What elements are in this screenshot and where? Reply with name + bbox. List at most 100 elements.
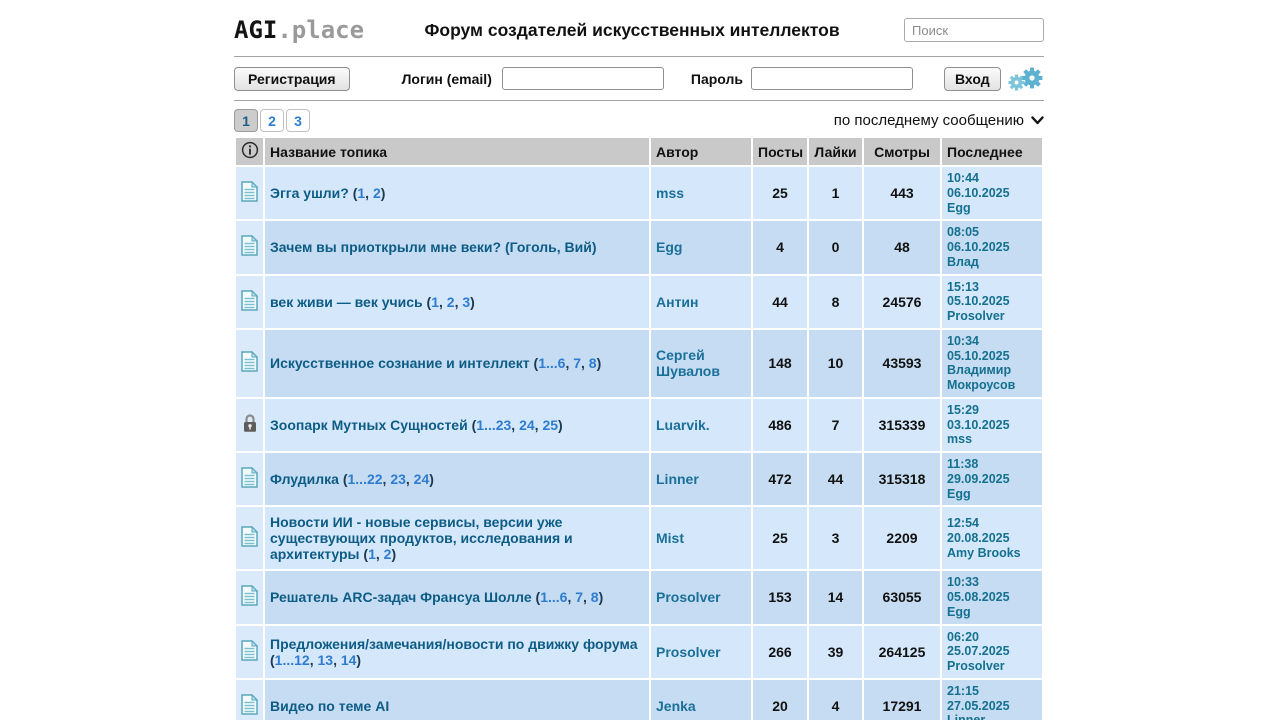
- last-post-author-link[interactable]: Prosolver: [947, 659, 1037, 674]
- last-post-time: 21:15 27.05.2025: [947, 683, 1010, 713]
- topic-author-link[interactable]: Prosolver: [656, 644, 721, 660]
- topic-page-link[interactable]: 1: [431, 294, 439, 310]
- login-label: Логин (email): [401, 70, 492, 87]
- topic-title-link[interactable]: Новости ИИ - новые сервисы, версии уже с…: [270, 514, 573, 562]
- topic-title-link[interactable]: Эгга ушли?: [270, 185, 349, 201]
- topic-last-cell: 10:33 05.08.2025 Egg: [942, 571, 1042, 624]
- topic-author-link[interactable]: Антин: [656, 294, 699, 310]
- topic-author-link[interactable]: Egg: [656, 239, 682, 255]
- topic-views-count: 48: [864, 221, 940, 274]
- topic-views-count: 24576: [864, 275, 940, 328]
- topic-page-link[interactable]: 14: [341, 652, 357, 668]
- topic-last-cell: 06:20 25.07.2025 Prosolver: [942, 625, 1042, 678]
- topic-title-cell: Искусственное сознание и интеллект (1...…: [265, 329, 649, 397]
- last-post-author-link[interactable]: Влад: [947, 255, 1037, 270]
- topic-page-link[interactable]: 25: [542, 417, 558, 433]
- login-input[interactable]: [501, 67, 664, 90]
- topic-title-link[interactable]: Флудилка: [270, 471, 339, 487]
- topic-last-cell: 12:54 20.08.2025 Amy Brooks: [942, 507, 1042, 570]
- topic-title-link[interactable]: Видео по теме AI: [270, 698, 389, 714]
- pages-open-paren: (: [529, 355, 539, 372]
- topic-views-count: 315339: [864, 398, 940, 451]
- last-post-author-link[interactable]: Владимир Мокроусов: [947, 363, 1037, 393]
- topic-author-cell: Luarvik.: [651, 398, 751, 451]
- topic-page-link[interactable]: 7: [575, 589, 583, 605]
- info-icon[interactable]: [236, 138, 263, 165]
- password-label: Пароль: [690, 70, 743, 87]
- topic-author-link[interactable]: Jenka: [656, 698, 696, 714]
- topic-author-cell: Prosolver: [651, 571, 751, 624]
- topic-posts-count: 148: [753, 329, 807, 397]
- last-post-author-link[interactable]: Egg: [947, 201, 1037, 216]
- topic-page-link[interactable]: 1: [368, 546, 376, 562]
- topic-title-link[interactable]: Предложения/замечания/новости по движку …: [270, 636, 638, 652]
- topic-author-link[interactable]: mss: [656, 185, 684, 201]
- topic-page-link[interactable]: 3: [462, 294, 470, 310]
- topic-author-link[interactable]: Prosolver: [656, 589, 721, 605]
- last-post-author-link[interactable]: mss: [947, 432, 1037, 447]
- last-post-time: 15:29 03.10.2025: [947, 402, 1010, 432]
- topic-page-link[interactable]: 1...22: [348, 471, 383, 487]
- last-post-time: 10:33 05.08.2025: [947, 575, 1010, 604]
- search-input[interactable]: [904, 18, 1044, 42]
- pages-close-paren: ): [470, 293, 475, 310]
- topic-page-link[interactable]: 1...6: [538, 355, 565, 371]
- last-post-time: 10:44 06.10.2025: [947, 171, 1010, 200]
- topics-tbody: Эгга ушли? (1, 2) mss 25 1 443 10:44 06.10.20…: [236, 167, 1042, 720]
- column-header-last: Последнее: [942, 138, 1042, 165]
- last-post-author-link[interactable]: Egg: [947, 605, 1037, 620]
- page-button-1[interactable]: 1: [234, 109, 258, 132]
- topic-page-link[interactable]: 1...23: [476, 417, 511, 433]
- topic-title-link[interactable]: Зоопарк Мутных Сущностей: [270, 417, 468, 433]
- topic-page-link[interactable]: 2: [447, 294, 455, 310]
- topic-title-link[interactable]: Решатель ARC-задач Франсуа Шолле: [270, 589, 532, 605]
- topic-page-link[interactable]: 1: [357, 185, 365, 201]
- topic-likes-count: 10: [809, 329, 862, 397]
- topic-page-link[interactable]: 2: [373, 185, 381, 201]
- topic-author-link[interactable]: Сергей Шувалов: [656, 347, 720, 379]
- topic-page-link[interactable]: 1...12: [275, 652, 310, 668]
- topic-title-cell: Новости ИИ - новые сервисы, версии уже с…: [265, 507, 649, 570]
- topic-author-link[interactable]: Luarvik.: [656, 417, 710, 433]
- topic-page-link[interactable]: 8: [589, 355, 597, 371]
- column-header-topic: Название топика: [265, 138, 649, 165]
- sort-select[interactable]: по последнему сообщению: [834, 112, 1044, 129]
- password-input[interactable]: [750, 67, 913, 90]
- topic-title-link[interactable]: Искусственное сознание и интеллект: [270, 355, 530, 371]
- topic-views-count: 43593: [864, 329, 940, 397]
- topic-last-cell: 10:34 05.10.2025 Владимир Мокроусов: [942, 329, 1042, 397]
- register-button[interactable]: Регистрация: [234, 66, 350, 91]
- page-button-2[interactable]: 2: [260, 109, 284, 132]
- login-button[interactable]: Вход: [943, 66, 1001, 91]
- topic-title-link[interactable]: век живи — век учись: [270, 294, 423, 310]
- topic-author-link[interactable]: Mist: [656, 530, 684, 546]
- topic-page-link[interactable]: 23: [390, 471, 406, 487]
- topic-views-count: 443: [864, 167, 940, 220]
- topic-page-link[interactable]: 8: [591, 589, 599, 605]
- sort-selected-label: по последнему сообщению: [833, 112, 1024, 129]
- topic-likes-count: 4: [809, 679, 862, 720]
- pages-close-paren: ): [356, 651, 362, 668]
- topic-page-link[interactable]: 24: [519, 417, 535, 433]
- page-button-3[interactable]: 3: [286, 109, 310, 132]
- pages-open-paren: (: [422, 293, 432, 310]
- topic-title-link[interactable]: Зачем вы приоткрыли мне веки? (Гоголь, В…: [270, 239, 597, 255]
- pages-separator: ,: [405, 471, 414, 488]
- pages-separator: ,: [375, 546, 384, 563]
- page-container: AGI.place Форум создателей искусственных…: [234, 0, 1044, 720]
- settings-gears-icon[interactable]: [1008, 65, 1044, 92]
- site-logo: AGI.place: [234, 16, 364, 44]
- topic-author-link[interactable]: Linner: [656, 471, 699, 487]
- last-post-author-link[interactable]: Prosolver: [947, 309, 1037, 324]
- last-post-author-link[interactable]: Egg: [947, 487, 1037, 502]
- topic-page-link[interactable]: 7: [573, 355, 581, 371]
- topic-page-link[interactable]: 24: [414, 471, 430, 487]
- topic-page-link[interactable]: 1...6: [540, 589, 567, 605]
- logo-suffix: .place: [277, 16, 365, 44]
- topic-posts-count: 153: [753, 571, 807, 624]
- document-icon: [236, 329, 263, 397]
- last-post-author-link[interactable]: Amy Brooks: [947, 546, 1037, 561]
- topic-likes-count: 8: [809, 275, 862, 328]
- topic-page-link[interactable]: 13: [317, 652, 333, 668]
- last-post-author-link[interactable]: Linner: [947, 713, 1037, 720]
